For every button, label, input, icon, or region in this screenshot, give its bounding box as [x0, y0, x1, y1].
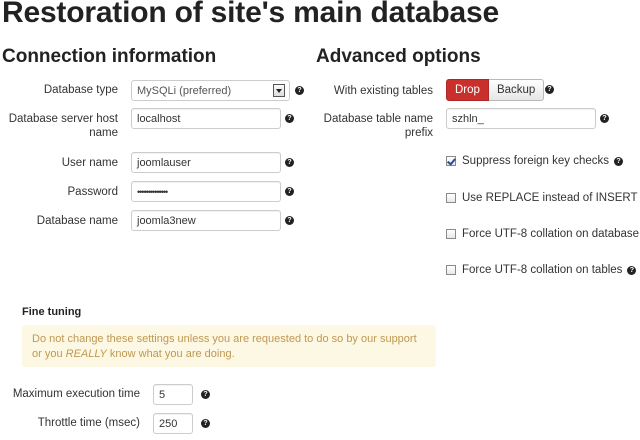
max-exec-label: Maximum execution time	[12, 388, 140, 400]
suppress-fk-checkbox[interactable]	[446, 156, 456, 166]
question-circle-icon[interactable]: ?	[600, 114, 609, 123]
host-name-label-line2: name	[89, 127, 118, 139]
host-name-label-line1: Database server host	[8, 113, 118, 125]
database-name-input[interactable]: joomla3new	[131, 210, 281, 231]
existing-tables-label: With existing tables	[333, 85, 433, 97]
warning-text-3: know what you are doing.	[106, 348, 235, 360]
host-name-label: Database server host name	[0, 112, 118, 140]
backup-button[interactable]: Backup	[488, 79, 545, 101]
question-circle-icon[interactable]: ?	[614, 156, 624, 166]
question-circle-icon[interactable]: ?	[285, 216, 294, 225]
database-type-value: MySQLi (preferred)	[137, 85, 232, 97]
question-circle-icon[interactable]: ?	[201, 419, 210, 428]
utf8-database-checkbox[interactable]	[446, 229, 456, 239]
question-circle-icon[interactable]: ?	[285, 114, 294, 123]
throttle-label: Throttle time (msec)	[37, 417, 140, 429]
password-label: Password	[67, 186, 119, 198]
database-type-select[interactable]: MySQLi (preferred)	[131, 80, 290, 101]
question-circle-icon[interactable]: ?	[285, 158, 294, 167]
table-prefix-input[interactable]: szhln_	[446, 108, 596, 129]
max-exec-input[interactable]: 5	[153, 384, 193, 405]
question-circle-icon[interactable]: ?	[627, 265, 637, 275]
utf8-tables-checkbox[interactable]	[446, 265, 456, 275]
utf8-tables-option[interactable]: Force UTF-8 collation on tables ?	[446, 264, 637, 276]
utf8-database-label: Force UTF-8 collation on database	[462, 228, 640, 240]
chevron-down-icon[interactable]	[273, 84, 285, 97]
user-name-input[interactable]: joomlauser	[131, 152, 281, 173]
password-input[interactable]: ••••••••••••••	[131, 181, 281, 202]
advanced-section-title: Advanced options	[316, 46, 481, 67]
existing-tables-toggle: Drop Backup	[446, 79, 545, 101]
use-replace-checkbox[interactable]	[446, 193, 456, 203]
warning-text-2: you	[44, 348, 66, 360]
user-name-label: User name	[61, 157, 118, 169]
use-replace-option[interactable]: Use REPLACE instead of INSERT ?	[446, 192, 640, 204]
utf8-tables-label: Force UTF-8 collation on tables	[462, 264, 623, 276]
fine-tuning-heading: Fine tuning	[22, 306, 82, 318]
throttle-input[interactable]: 250	[153, 413, 193, 434]
page-title: Restoration of site's main database	[2, 0, 499, 29]
table-prefix-label: Database table name prefix	[300, 112, 433, 140]
host-name-input[interactable]: localhost	[131, 108, 281, 129]
connection-section-title: Connection information	[2, 46, 217, 67]
warning-emphasis: REALLY	[65, 348, 107, 360]
table-prefix-label-line2: prefix	[404, 127, 433, 139]
suppress-fk-option[interactable]: Suppress foreign key checks ?	[446, 155, 624, 167]
database-type-label: Database type	[43, 84, 118, 96]
question-circle-icon[interactable]: ?	[545, 85, 554, 94]
table-prefix-label-line1: Database table name	[323, 113, 433, 125]
database-name-label: Database name	[36, 215, 118, 227]
fine-tuning-warning: Do not change these settings unless you …	[22, 325, 436, 367]
use-replace-label: Use REPLACE instead of INSERT	[462, 192, 638, 204]
suppress-fk-label: Suppress foreign key checks	[462, 155, 610, 167]
utf8-database-option[interactable]: Force UTF-8 collation on database ?	[446, 228, 640, 240]
question-circle-icon[interactable]: ?	[201, 390, 210, 399]
drop-button[interactable]: Drop	[446, 79, 489, 101]
question-circle-icon[interactable]: ?	[285, 187, 294, 196]
